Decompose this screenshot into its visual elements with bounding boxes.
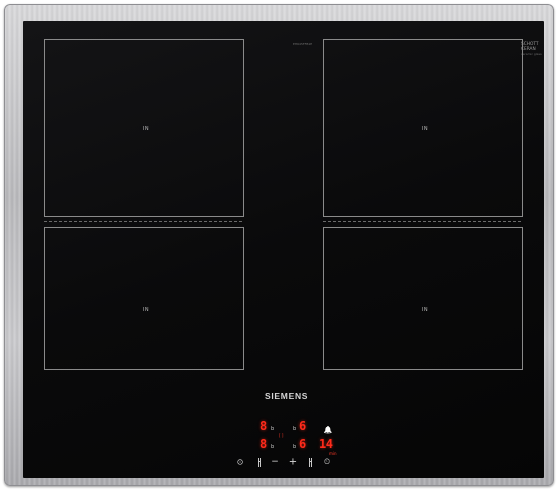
flex-zone-divider-right — [323, 221, 523, 222]
display-zone-1-boost: b — [271, 426, 275, 432]
zone-induction-label: IN — [142, 126, 150, 132]
display-zone-1-level: 8 — [260, 419, 267, 433]
power-button[interactable]: ⊙ — [237, 458, 244, 467]
display-zone-2-boost: b — [293, 426, 297, 432]
zone-induction-label: IN — [142, 307, 150, 313]
zone-induction-label: IN — [421, 126, 429, 132]
plus-button[interactable]: + — [289, 457, 297, 468]
display-zone-4-boost: b — [293, 444, 297, 450]
display-zone-link-indicator: [ ] — [279, 433, 284, 438]
timer-unit: min — [329, 451, 337, 456]
brand-logo: SIEMENS — [265, 391, 309, 401]
bell-icon[interactable]: 🔔 — [324, 426, 333, 434]
zone-induction-label: IN — [421, 307, 429, 313]
flex-zone-divider-left — [44, 221, 244, 222]
cooking-zone-left-bottom[interactable]: IN — [44, 227, 244, 370]
display-zone-2-level: 6 — [299, 419, 306, 433]
cooking-zone-right-bottom[interactable]: IN — [323, 227, 523, 370]
display-zone-4-level: 6 — [299, 437, 306, 451]
timer-display: 14 — [319, 437, 333, 451]
zone-select-left-icon[interactable] — [258, 458, 261, 467]
ceramic-glass-surface: EH645FFB1E SCHOTT CERAN ceramic glass IN… — [23, 21, 544, 478]
display-zone-3-level: 8 — [260, 437, 267, 451]
cooking-zone-front-left-top[interactable]: IN — [44, 39, 244, 217]
display-zone-3-boost: b — [271, 444, 275, 450]
model-tag: EH645FFB1E — [293, 42, 313, 46]
stainless-steel-frame: EH645FFB1E SCHOTT CERAN ceramic glass IN… — [4, 4, 554, 486]
zone-select-right-icon[interactable] — [309, 458, 312, 467]
minus-button[interactable]: − — [271, 457, 279, 467]
cooking-zone-rear-right-top[interactable]: IN — [323, 39, 523, 217]
schott-line3: ceramic glass — [521, 52, 542, 56]
timer-clock-icon[interactable]: ⏲ — [324, 457, 330, 467]
schott-ceran-logo: SCHOTT CERAN ceramic glass — [521, 42, 542, 57]
